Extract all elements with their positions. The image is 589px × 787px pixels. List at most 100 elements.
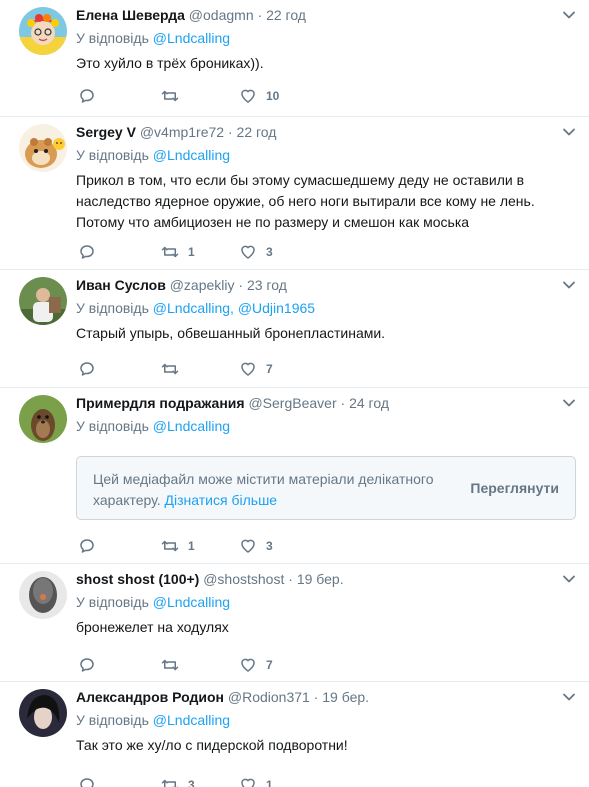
retweet-count: 3 [188, 778, 195, 787]
tweet-actions: 1 3 [76, 536, 336, 556]
heart-icon [241, 89, 255, 103]
media-warning-text: Цей медіафайл може містити матеріали дел… [93, 469, 453, 511]
user-name[interactable]: Sergey V [76, 124, 136, 140]
chevron-down-icon[interactable] [562, 690, 576, 704]
retweet-count: 1 [188, 245, 195, 259]
tweet[interactable]: Иван Суслов @zapekliy · 23 год У відпові… [0, 270, 589, 388]
retweet-button[interactable]: 1 [161, 536, 195, 556]
retweet-button[interactable]: 3 [161, 775, 195, 787]
user-name[interactable]: Иван Суслов [76, 277, 166, 293]
separator-dot: · [288, 571, 293, 587]
tweet-actions: 10 [76, 86, 336, 106]
mention-link[interactable]: @Lndcalling [153, 147, 230, 163]
reply-context: У відповідь @Lndcalling [76, 29, 230, 47]
reply-button[interactable] [78, 655, 105, 675]
tweet[interactable]: Примердля подражания @SergBeaver · 24 го… [0, 388, 589, 564]
retweet-button[interactable] [161, 655, 188, 675]
tweet-timestamp[interactable]: 19 бер. [297, 571, 344, 587]
view-media-button[interactable]: Переглянути [470, 480, 559, 496]
chevron-down-icon[interactable] [562, 278, 576, 292]
separator-dot: · [238, 277, 244, 293]
reply-button[interactable] [78, 536, 105, 556]
tweet-timestamp[interactable]: 24 год [349, 395, 389, 411]
retweet-icon [161, 779, 179, 787]
heart-icon [241, 539, 255, 553]
tweet-timestamp[interactable]: 23 год [247, 277, 287, 293]
tweet-header: Александров Родион @Rodion371 · 19 бер. [76, 688, 369, 706]
tweet-timestamp[interactable]: 19 бер. [322, 689, 369, 705]
tweet-header: Sergey V @v4mp1re72 · 22 год [76, 123, 276, 141]
user-name[interactable]: shost shost (100+) [76, 571, 199, 587]
reply-icon [80, 658, 94, 672]
reply-context: У відповідь @Lndcalling [76, 417, 230, 435]
retweet-icon [161, 363, 179, 375]
like-count: 7 [266, 362, 273, 376]
chevron-down-icon[interactable] [562, 572, 576, 586]
replies-feed: Елена Шеверда @odagmn · 22 год У відпові… [0, 0, 589, 787]
like-count: 10 [266, 89, 280, 103]
user-handle[interactable]: @Rodion371 [228, 689, 310, 705]
tweet-timestamp[interactable]: 22 год [266, 7, 306, 23]
reply-button[interactable] [78, 86, 105, 106]
user-avatar[interactable] [19, 395, 67, 443]
heart-icon [241, 658, 255, 672]
retweet-button[interactable] [161, 86, 188, 106]
user-avatar[interactable] [19, 689, 67, 737]
like-button[interactable]: 3 [239, 536, 273, 556]
retweet-button[interactable]: 1 [161, 242, 195, 262]
heart-icon [241, 245, 255, 259]
reply-button[interactable] [78, 775, 105, 787]
mention-link[interactable]: @Lndcalling [153, 30, 230, 46]
user-handle[interactable]: @odagmn [189, 7, 254, 23]
user-avatar[interactable] [19, 7, 67, 55]
mention-link[interactable]: @Lndcalling, @Udjin1965 [153, 300, 315, 316]
like-button[interactable]: 1 [239, 775, 273, 787]
user-name[interactable]: Елена Шеверда [76, 7, 185, 23]
user-name[interactable]: Примердля подражания [76, 395, 245, 411]
chevron-down-icon[interactable] [562, 396, 576, 410]
reply-icon [80, 539, 94, 553]
tweet-text: Так это же ху/ло с пидерской подворотни! [76, 737, 348, 753]
retweet-icon [161, 540, 179, 552]
user-handle[interactable]: @shostshost [203, 571, 284, 587]
tweet-header: shost shost (100+) @shostshost · 19 бер. [76, 570, 344, 588]
retweet-button[interactable] [161, 359, 188, 379]
tweet[interactable]: shost shost (100+) @shostshost · 19 бер.… [0, 564, 589, 682]
tweet[interactable]: Елена Шеверда @odagmn · 22 год У відпові… [0, 0, 589, 117]
user-avatar[interactable] [19, 124, 67, 172]
separator-dot: · [227, 124, 233, 140]
like-button[interactable]: 7 [239, 359, 273, 379]
reply-button[interactable] [78, 359, 105, 379]
tweet-timestamp[interactable]: 22 год [237, 124, 277, 140]
chevron-down-icon[interactable] [562, 8, 576, 22]
mention-link[interactable]: @Lndcalling [153, 418, 230, 434]
like-count: 1 [266, 778, 273, 787]
user-handle[interactable]: @SergBeaver [248, 395, 336, 411]
learn-more-link[interactable]: Дізнатися більше [165, 492, 278, 508]
separator-dot: · [340, 395, 346, 411]
like-button[interactable]: 7 [239, 655, 273, 675]
like-count: 3 [266, 245, 273, 259]
user-name[interactable]: Александров Родион [76, 689, 224, 705]
user-handle[interactable]: @v4mp1re72 [140, 124, 224, 140]
like-button[interactable]: 3 [239, 242, 273, 262]
reply-button[interactable] [78, 242, 105, 262]
chevron-down-icon[interactable] [562, 125, 576, 139]
tweet[interactable]: Sergey V @v4mp1re72 · 22 год У відповідь… [0, 117, 589, 270]
reply-label: У відповідь [76, 300, 149, 316]
mention-link[interactable]: @Lndcalling [153, 594, 230, 610]
tweet[interactable]: Александров Родион @Rodion371 · 19 бер. … [0, 682, 589, 787]
reply-context: У відповідь @Lndcalling, @Udjin1965 [76, 299, 315, 317]
reply-icon [80, 89, 94, 103]
reply-context: У відповідь @Lndcalling [76, 711, 230, 729]
tweet-text: Старый упырь, обвешанный бронепластинами… [76, 325, 386, 341]
separator-dot: · [313, 689, 319, 705]
like-button[interactable]: 10 [239, 86, 279, 106]
user-avatar[interactable] [19, 277, 67, 325]
user-handle[interactable]: @zapekliy [170, 277, 235, 293]
mention-link[interactable]: @Lndcalling [153, 712, 230, 728]
like-count: 7 [266, 658, 273, 672]
user-avatar[interactable] [19, 571, 67, 619]
tweet-actions: 7 [76, 359, 336, 379]
reply-context: У відповідь @Lndcalling [76, 146, 230, 164]
